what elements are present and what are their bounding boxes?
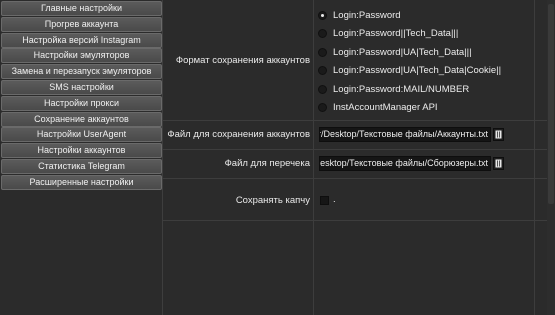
radio-label: Login:Password:MAIL/NUMBER bbox=[333, 83, 470, 95]
settings-window: Главные настройки Прогрев аккаунта Настр… bbox=[0, 0, 555, 315]
recheck-file-input[interactable]: Desktop/Текстовые файлы/Сборюзеры.txt bbox=[319, 156, 491, 171]
sidebar-item-emulator-restart[interactable]: Замена и перезапуск эмуляторов bbox=[1, 64, 162, 80]
captcha-checkbox-text: . bbox=[333, 194, 336, 205]
column-divider bbox=[313, 0, 314, 315]
recheck-file-path: Desktop/Текстовые файлы/Сборюзеры.txt bbox=[319, 158, 488, 168]
radio-login-password-tech[interactable]: Login:Password||Tech_Data||| bbox=[318, 26, 458, 40]
folder-icon bbox=[495, 130, 502, 139]
sidebar-item-telegram-stats[interactable]: Статистика Telegram bbox=[1, 158, 162, 174]
sidebar-item-account-settings[interactable]: Настройки аккаунтов bbox=[1, 143, 162, 159]
radio-login-password-ua-tech[interactable]: Login:Password|UA|Tech_Data||| bbox=[318, 45, 472, 59]
row-divider bbox=[163, 120, 555, 121]
sidebar-item-main-settings[interactable]: Главные настройки bbox=[1, 1, 162, 16]
radio-label: InstAccountManager API bbox=[333, 101, 438, 113]
radio-button-selected[interactable] bbox=[318, 10, 327, 20]
row-divider bbox=[163, 220, 555, 221]
save-file-browse-button[interactable] bbox=[493, 128, 504, 141]
radio-label: Login:Password|UA|Tech_Data|Cookie|| bbox=[333, 64, 502, 76]
sidebar-item-sms-settings[interactable]: SMS настройки bbox=[1, 79, 162, 95]
save-file-input[interactable]: or/Desktop/Текстовые файлы/Аккаунты.txt bbox=[319, 127, 491, 142]
radio-label: Login:Password bbox=[333, 9, 401, 21]
radio-login-password-ua-tech-cookie[interactable]: Login:Password|UA|Tech_Data|Cookie|| bbox=[318, 63, 501, 77]
radio-label: Login:Password||Tech_Data||| bbox=[333, 27, 459, 39]
column-divider bbox=[534, 0, 535, 315]
sidebar-item-useragent-settings[interactable]: Настройки UserAgent bbox=[1, 127, 162, 143]
sidebar-item-emulator-settings[interactable]: Настройки эмуляторов bbox=[1, 48, 162, 64]
radio-login-password-mail[interactable]: Login:Password:MAIL/NUMBER bbox=[318, 82, 469, 96]
radio-button[interactable] bbox=[318, 28, 327, 38]
radio-button[interactable] bbox=[318, 47, 327, 57]
radio-instaccountmanager-api[interactable]: InstAccountManager API bbox=[318, 100, 438, 114]
folder-icon bbox=[495, 159, 502, 168]
save-file-path: or/Desktop/Текстовые файлы/Аккаунты.txt bbox=[319, 129, 488, 139]
captcha-checkbox[interactable] bbox=[320, 196, 329, 205]
recheck-file-label: Файл для перечека bbox=[224, 158, 310, 169]
sidebar-item-instagram-versions[interactable]: Настройка версий Instagram bbox=[1, 32, 162, 48]
row-divider bbox=[163, 178, 555, 179]
sidebar-item-account-saving[interactable]: Сохранение аккаунтов bbox=[1, 111, 162, 127]
vertical-scrollbar[interactable] bbox=[547, 0, 555, 315]
settings-panel: Формат сохранения аккаунтов Login:Passwo… bbox=[163, 0, 555, 315]
save-file-label: Файл для сохранения аккаунтов bbox=[167, 129, 310, 140]
captcha-label: Сохранять капчу bbox=[235, 195, 310, 206]
row-divider bbox=[163, 149, 555, 150]
format-label: Формат сохранения аккаунтов bbox=[175, 55, 310, 66]
sidebar-item-account-warmup[interactable]: Прогрев аккаунта bbox=[1, 16, 162, 32]
scrollbar-thumb[interactable] bbox=[548, 4, 554, 204]
radio-label: Login:Password|UA|Tech_Data||| bbox=[333, 46, 472, 58]
sidebar-item-advanced-settings[interactable]: Расширенные настройки bbox=[1, 174, 162, 190]
sidebar-item-proxy-settings[interactable]: Настройки прокси bbox=[1, 95, 162, 111]
sidebar: Главные настройки Прогрев аккаунта Настр… bbox=[0, 0, 163, 315]
recheck-file-browse-button[interactable] bbox=[493, 157, 504, 170]
radio-button[interactable] bbox=[318, 65, 327, 75]
radio-button[interactable] bbox=[318, 102, 327, 112]
radio-login-password[interactable]: Login:Password bbox=[318, 8, 401, 22]
radio-button[interactable] bbox=[318, 84, 327, 94]
